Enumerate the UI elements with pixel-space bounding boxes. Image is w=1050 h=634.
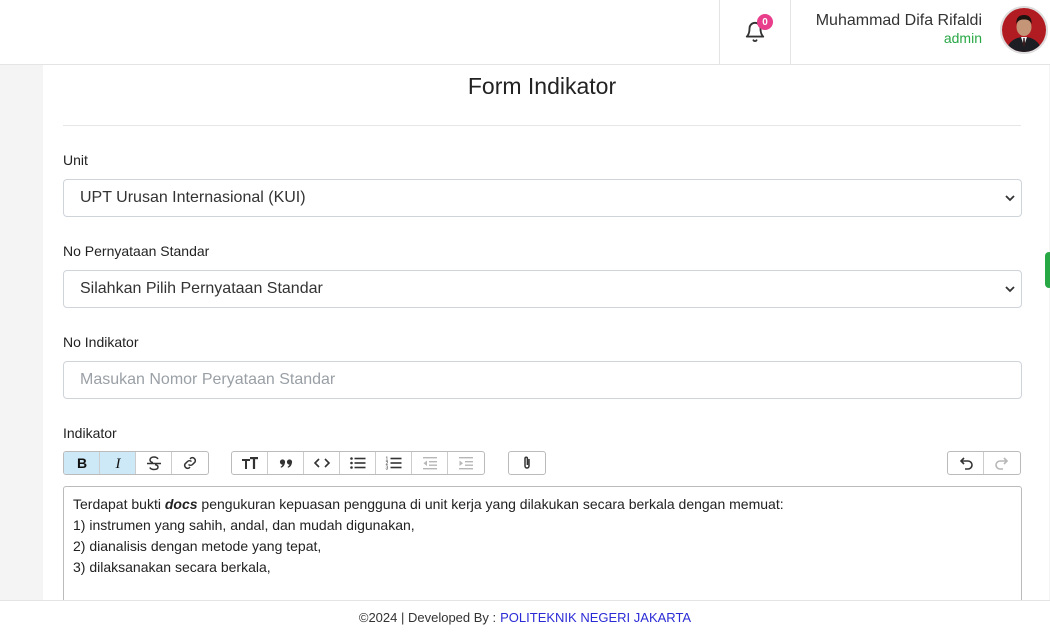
bold-icon: B [76, 455, 86, 471]
indicator-editor[interactable]: Terdapat bukti docs pengukuran kepuasan … [63, 486, 1022, 616]
footer-link[interactable]: POLITEKNIK NEGERI JAKARTA [500, 610, 691, 625]
chevron-down-icon [1005, 286, 1015, 293]
code-icon [313, 458, 330, 468]
notification-button[interactable]: 0 [719, 0, 791, 64]
unit-select[interactable]: UPT Urusan Internasional (KUI) [63, 179, 1022, 217]
standard-select[interactable]: Silahkan Pilih Pernyataan Standar [63, 270, 1022, 308]
decrease-indent-icon [422, 457, 437, 470]
top-navbar: 0 Muhammad Difa Rifaldi admin [0, 0, 1050, 65]
user-role: admin [943, 30, 982, 46]
standard-label: No Pernyataan Standar [63, 243, 210, 259]
svg-text:3: 3 [385, 466, 388, 472]
svg-text:B: B [76, 455, 86, 471]
chevron-down-icon [1005, 195, 1015, 202]
undo-icon [959, 457, 973, 470]
numbered-list-icon: 123 [385, 457, 401, 472]
svg-text:I: I [114, 456, 121, 471]
editor-line-1: Terdapat bukti docs pengukuran kepuasan … [73, 496, 784, 512]
attach-icon [524, 456, 530, 469]
increase-indent-button[interactable] [448, 452, 484, 474]
page-title: Form Indikator [467, 73, 617, 99]
attach-group [508, 451, 546, 475]
unit-select-value: UPT Urusan Internasional (KUI) [80, 189, 306, 206]
link-icon [183, 456, 197, 470]
bullet-list-icon [349, 457, 365, 469]
unit-label: Unit [63, 152, 88, 168]
quote-icon [279, 459, 292, 468]
avatar[interactable] [1000, 6, 1048, 54]
user-name: Muhammad Difa Rifaldi [815, 12, 982, 29]
strikethrough-icon [146, 456, 161, 471]
user-info[interactable]: Muhammad Difa Rifaldi admin [816, 11, 982, 47]
increase-indent-icon [459, 457, 473, 470]
emphasis-text: docs [164, 496, 198, 512]
block-format-group: 123 [231, 451, 485, 475]
decrease-indent-button[interactable] [412, 452, 448, 474]
footer: ©2024 | Developed By : POLITEKNIK NEGERI… [0, 600, 1050, 634]
indicator-no-input[interactable]: Masukan Nomor Peryataan Standar [63, 361, 1022, 399]
undo-button[interactable] [948, 452, 984, 474]
redo-button[interactable] [984, 452, 1020, 474]
italic-icon: I [114, 456, 121, 471]
bold-button[interactable]: B [64, 452, 100, 474]
strikethrough-button[interactable] [136, 452, 172, 474]
heading-icon [241, 457, 258, 469]
title-divider [63, 125, 1021, 126]
history-group [947, 451, 1021, 475]
notification-badge: 0 [757, 14, 773, 30]
text-format-group: B I [63, 451, 209, 475]
editor-line-3: 2) dianalisis dengan metode yang tepat, [73, 538, 322, 554]
italic-button[interactable]: I [100, 452, 136, 474]
editor-toolbar: B I 123 [63, 451, 1022, 476]
redo-icon [995, 457, 1009, 470]
attach-button[interactable] [509, 452, 545, 474]
quote-button[interactable] [268, 452, 304, 474]
user-photo [1002, 8, 1046, 52]
standard-select-value: Silahkan Pilih Pernyataan Standar [80, 280, 323, 297]
bullet-list-button[interactable] [340, 452, 376, 474]
footer-text: ©2024 | Developed By : [358, 610, 497, 625]
editor-line-2: 1) instrumen yang sahih, andal, dan muda… [73, 517, 415, 533]
side-toggle-tab[interactable] [1045, 252, 1050, 288]
form-card: Form Indikator Unit UPT Urusan Internasi… [43, 65, 1049, 616]
indicator-label: Indikator [63, 425, 117, 441]
numbered-list-button[interactable]: 123 [376, 452, 412, 474]
heading-button[interactable] [232, 452, 268, 474]
editor-line-4: 3) dilaksanakan secara berkala, [73, 559, 271, 575]
link-button[interactable] [172, 452, 208, 474]
indicator-no-label: No Indikator [63, 334, 139, 350]
code-button[interactable] [304, 452, 340, 474]
